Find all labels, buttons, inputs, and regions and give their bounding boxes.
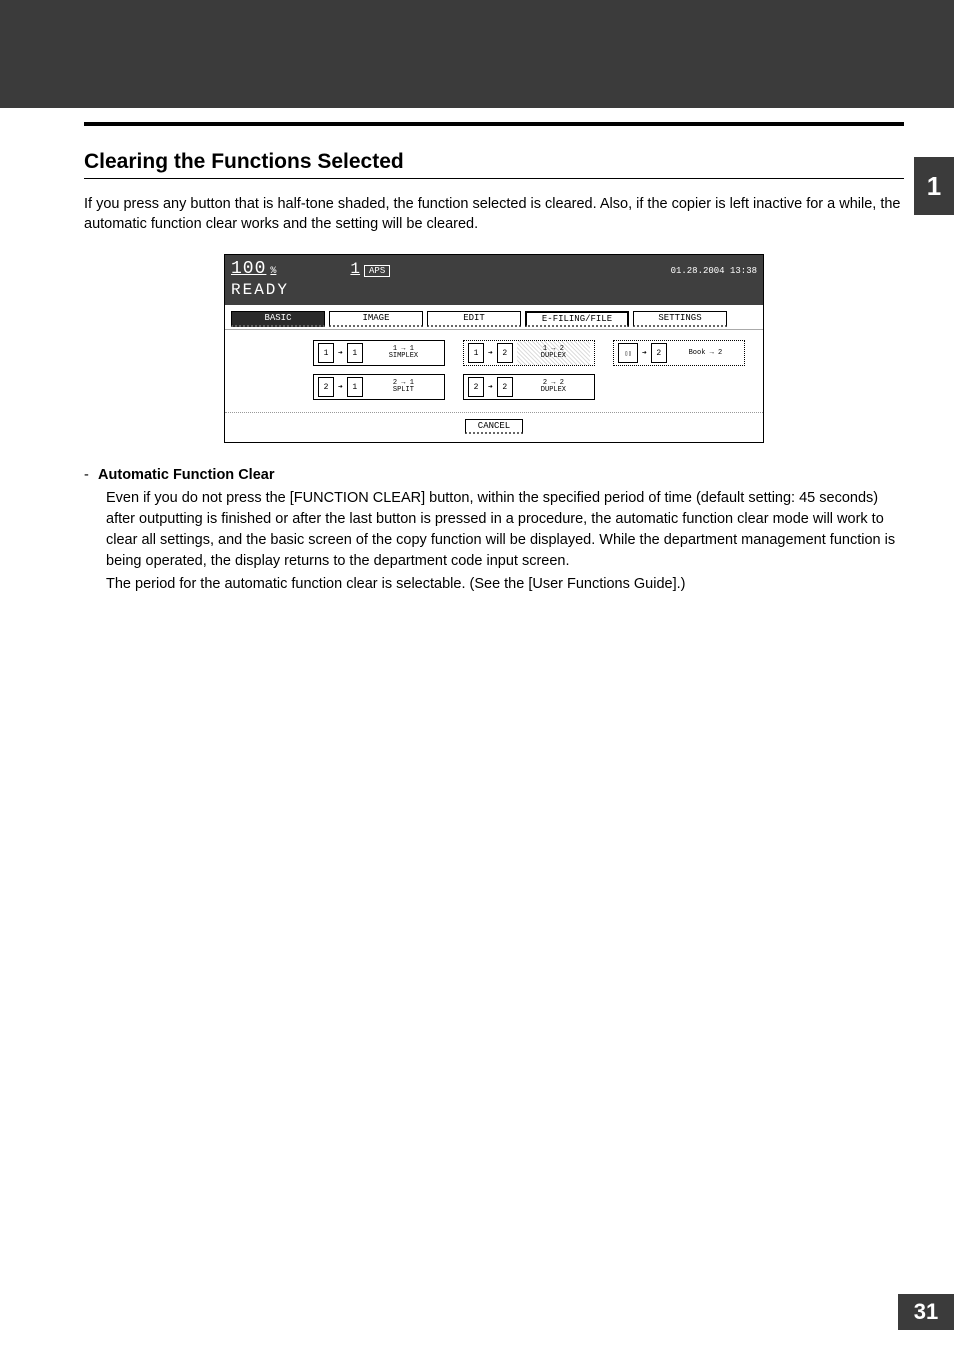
- page-icon: 1: [347, 343, 363, 363]
- zoom-percent: 100: [231, 259, 266, 279]
- page-icon: 2: [651, 343, 667, 363]
- bullet-body-1: Even if you do not press the [FUNCTION C…: [106, 488, 904, 572]
- option-label: Book → 2: [689, 350, 723, 357]
- option-label: SIMPLEX: [389, 353, 418, 360]
- option-label: SPLIT: [393, 387, 414, 394]
- page-icon: 1: [347, 377, 363, 397]
- arrow-icon: ➔: [338, 382, 343, 392]
- option-simplex[interactable]: 1 ➔ 1 1 → 1 SIMPLEX: [313, 340, 445, 366]
- copier-touch-panel: 100 % 1 APS 01.28.2004 13:38 READY BASIC: [224, 254, 764, 443]
- chapter-tab: 1: [914, 157, 954, 215]
- page-icon: 1: [468, 343, 484, 363]
- option-label: DUPLEX: [541, 387, 566, 394]
- top-dark-bar: [0, 0, 954, 108]
- arrow-icon: ➔: [642, 348, 647, 358]
- arrow-icon: ➔: [338, 348, 343, 358]
- page-icon: 2: [497, 377, 513, 397]
- bullet-heading-row: - Automatic Function Clear: [84, 465, 904, 486]
- tab-settings[interactable]: SETTINGS: [633, 311, 727, 327]
- panel-header: 100 % 1 APS 01.28.2004 13:38 READY: [225, 255, 763, 305]
- page-icon: 2: [497, 343, 513, 363]
- page-icon: 1: [318, 343, 334, 363]
- option-book-to-2[interactable]: ▯▯ ➔ 2 Book → 2: [613, 340, 745, 366]
- book-icon: ▯▯: [618, 343, 638, 363]
- duplex-options: 1 ➔ 1 1 → 1 SIMPLEX 1 ➔ 2: [225, 329, 763, 408]
- page-number: 31: [898, 1294, 954, 1330]
- arrow-icon: ➔: [488, 382, 493, 392]
- option-1to2-duplex[interactable]: 1 ➔ 2 1 → 2 DUPLEX: [463, 340, 595, 366]
- panel-tabs: BASIC IMAGE EDIT E-FILING/FILE SETTINGS: [225, 305, 763, 329]
- page-icon: 2: [468, 377, 484, 397]
- percent-symbol: %: [270, 266, 276, 277]
- tab-efiling[interactable]: E-FILING/FILE: [525, 311, 629, 327]
- page-icon: 2: [318, 377, 334, 397]
- tab-edit[interactable]: EDIT: [427, 311, 521, 327]
- option-label: DUPLEX: [541, 353, 566, 360]
- cancel-button[interactable]: CANCEL: [465, 419, 523, 434]
- bullet-heading: Automatic Function Clear: [98, 467, 274, 483]
- ready-status: READY: [231, 281, 757, 299]
- copy-count: 1: [350, 260, 360, 278]
- panel-datetime: 01.28.2004 13:38: [671, 266, 757, 276]
- option-split[interactable]: 2 ➔ 1 2 → 1 SPLIT: [313, 374, 445, 400]
- bullet-body-2: The period for the automatic function cl…: [106, 574, 904, 595]
- option-2to2-duplex[interactable]: 2 ➔ 2 2 → 2 DUPLEX: [463, 374, 595, 400]
- tab-basic[interactable]: BASIC: [231, 311, 325, 327]
- aps-chip: APS: [364, 265, 390, 277]
- tab-image[interactable]: IMAGE: [329, 311, 423, 327]
- arrow-icon: ➔: [488, 348, 493, 358]
- intro-text: If you press any button that is half-ton…: [84, 194, 904, 235]
- section-title: Clearing the Functions Selected: [84, 150, 904, 179]
